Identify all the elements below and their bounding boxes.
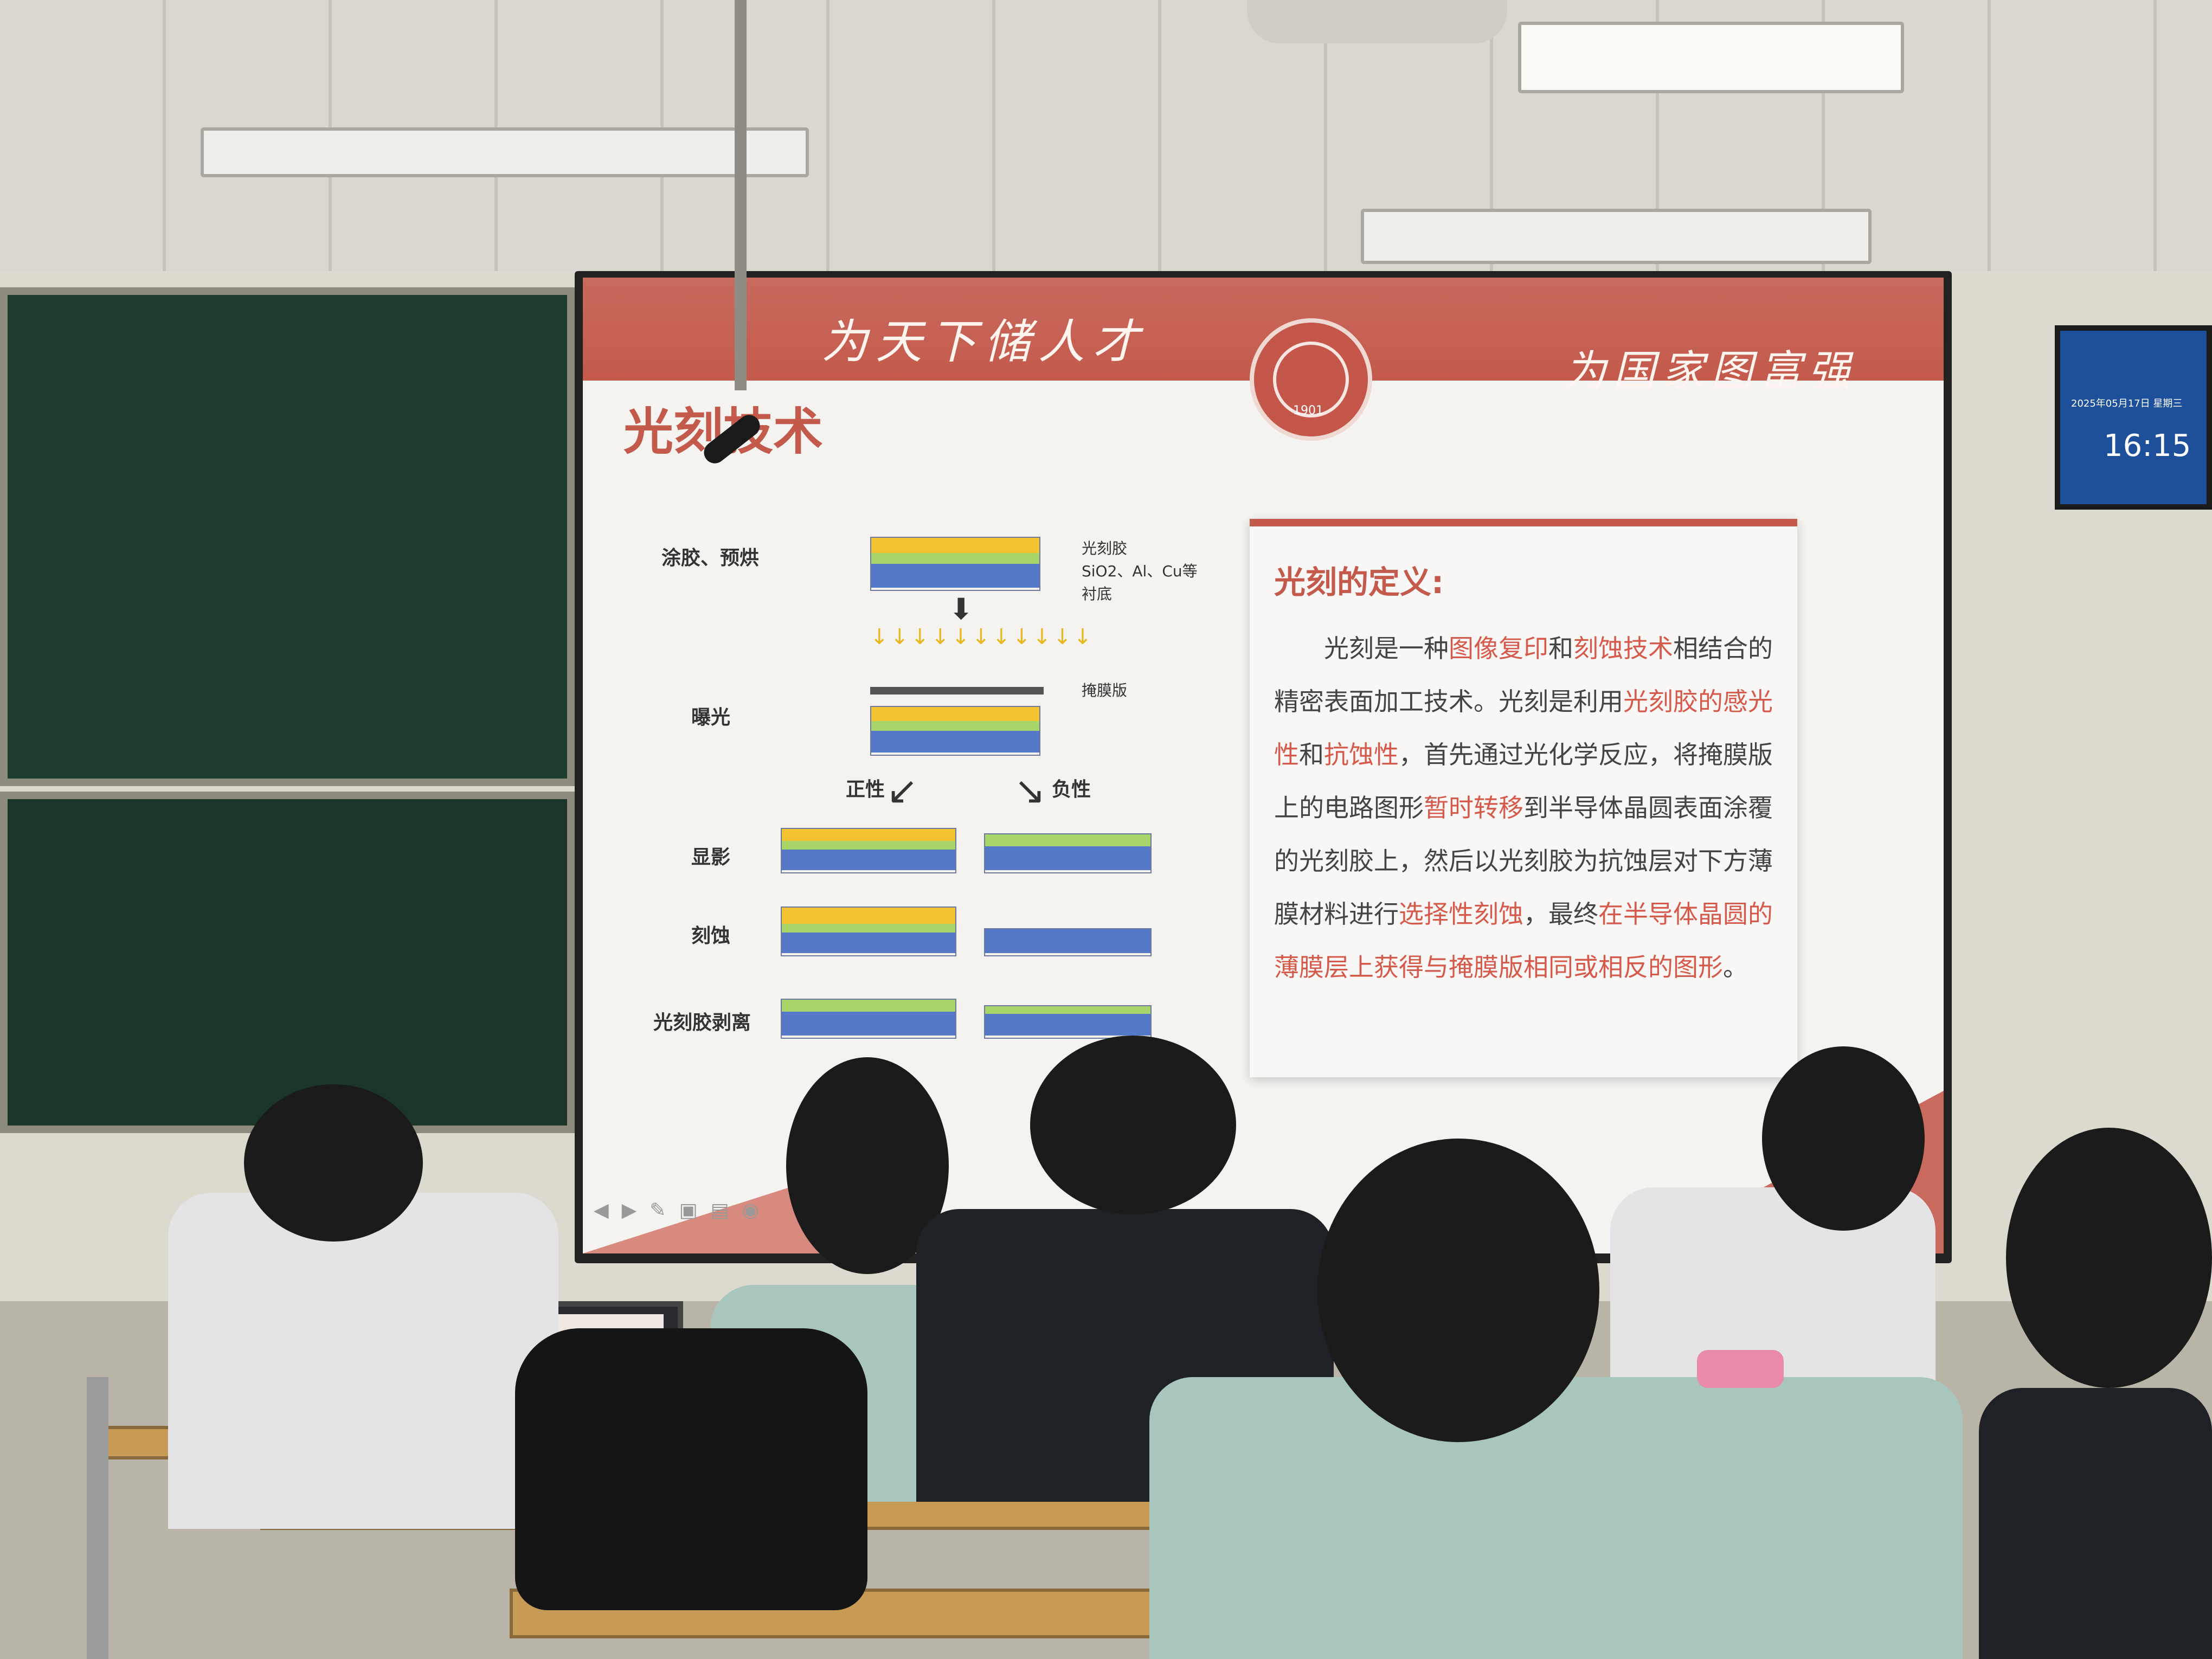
- step-label-expose: 曝光: [691, 706, 731, 729]
- substrate-layer: [871, 731, 1039, 753]
- substrate-layer: [985, 1014, 1150, 1036]
- uv-light-arrows-icon: ↓↓↓↓↓↓↓↓↓↓↓: [870, 625, 1094, 650]
- film-pattern: [985, 1006, 1150, 1014]
- definition-box: 光刻的定义: 光刻是一种图像复印和刻蚀技术相结合的精密表面加工技术。光刻是利用光…: [1250, 519, 1797, 1077]
- ceiling-light: [1518, 22, 1904, 93]
- microphone-pole: [735, 0, 747, 390]
- presentation-nav-controls[interactable]: ◀▶✎▣▤◉: [594, 1199, 772, 1221]
- substrate-layer: [782, 933, 955, 953]
- label-negative: 负性: [1052, 779, 1091, 801]
- student-head: [2006, 1128, 2212, 1388]
- student-shirt: [1979, 1388, 2212, 1659]
- student-head: [1317, 1139, 1599, 1442]
- university-seal-icon: 1901: [1250, 318, 1372, 441]
- def-highlight: 抗蚀性: [1324, 740, 1399, 769]
- strip-negative: [984, 1005, 1152, 1039]
- substrate-layer: [782, 850, 955, 870]
- annotation-photoresist: 光刻胶: [1082, 539, 1128, 557]
- def-seg: 。: [1723, 953, 1748, 982]
- definition-heading: 光刻的定义:: [1274, 564, 1444, 601]
- desk-frame: [87, 1377, 108, 1659]
- student-head: [244, 1084, 423, 1242]
- substrate-layer: [985, 929, 1150, 953]
- down-arrow-icon: ⬇: [949, 592, 974, 626]
- etch-negative: [984, 928, 1152, 956]
- def-seg: 和: [1548, 634, 1573, 663]
- annotation-substrate: 衬底: [1082, 585, 1113, 603]
- film-layer: [871, 553, 1039, 564]
- film-pattern: [782, 1000, 955, 1012]
- banner-motto-left: 为天下储人才: [821, 315, 1147, 369]
- mask-plate: [870, 687, 1044, 695]
- etch-positive: [781, 906, 956, 956]
- banner-motto-right: 为国家图富强: [1564, 347, 1857, 396]
- def-seg: ，最终: [1523, 899, 1598, 929]
- ceiling-fan: [1247, 0, 1507, 43]
- clock-date: 2025年05月17日 星期三: [2071, 398, 2183, 409]
- definition-text: 光刻是一种图像复印和刻蚀技术相结合的精密表面加工技术。光刻是利用光刻胶的感光性和…: [1274, 622, 1778, 994]
- student-head: [1762, 1046, 1925, 1231]
- def-highlight: 图像复印: [1449, 634, 1548, 663]
- seal-year: 1901: [1293, 404, 1323, 417]
- step-label-develop: 显影: [691, 846, 731, 869]
- def-highlight: 选择性刻蚀: [1399, 899, 1523, 929]
- clock-time: 16:15: [2104, 428, 2191, 464]
- develop-positive: [781, 828, 956, 873]
- def-seg: 光刻是一种: [1324, 634, 1449, 663]
- develop-negative: [984, 833, 1152, 873]
- def-seg: 和: [1299, 740, 1324, 769]
- ceiling-light: [201, 127, 809, 177]
- substrate-layer: [985, 846, 1150, 870]
- annotation-mask: 掩膜版: [1082, 681, 1128, 699]
- def-highlight: 刻蚀技术: [1573, 634, 1673, 663]
- slide: 为天下储人才 为国家图富强 1901 光刻技术 涂胶、预烘 光刻胶 SiO2、A…: [583, 278, 1944, 1253]
- annotation-film: SiO2、Al、Cu等: [1082, 562, 1198, 580]
- student-shirt: [168, 1193, 558, 1529]
- photoresist-layer: [871, 707, 1039, 721]
- step-label-coat: 涂胶、预烘: [661, 547, 760, 569]
- strip-positive: [781, 999, 956, 1039]
- coat-stack: [870, 537, 1040, 591]
- substrate-layer: [782, 1012, 955, 1036]
- photoresist-pattern: [782, 829, 955, 841]
- substrate-layer: [871, 564, 1039, 588]
- student-shirt: [1149, 1377, 1963, 1659]
- expose-stack: [870, 706, 1040, 756]
- student-head: [1030, 1036, 1236, 1214]
- arrow-negative-icon: ↘: [1014, 768, 1046, 813]
- water-bottle: [1697, 1350, 1784, 1388]
- chalkboard-upper: [0, 287, 575, 786]
- film-pattern: [782, 924, 955, 933]
- chalkboard-lower: [0, 792, 575, 1133]
- backpack: [515, 1328, 867, 1610]
- definition-accent-bar: [1250, 519, 1797, 526]
- step-label-strip: 光刻胶剥离: [653, 1012, 751, 1034]
- step-label-etch: 刻蚀: [691, 925, 731, 947]
- photoresist-layer: [871, 538, 1039, 553]
- label-positive: 正性: [846, 779, 885, 801]
- film-layer: [871, 721, 1039, 731]
- wall-clock-display: 2025年05月17日 星期三 16:15: [2055, 325, 2212, 510]
- arrow-positive-icon: ↙: [886, 768, 918, 813]
- film-layer: [985, 834, 1150, 846]
- photoresist-pattern: [782, 908, 955, 924]
- ceiling-light: [1361, 209, 1872, 264]
- film-layer: [782, 841, 955, 850]
- def-highlight: 暂时转移: [1424, 793, 1523, 822]
